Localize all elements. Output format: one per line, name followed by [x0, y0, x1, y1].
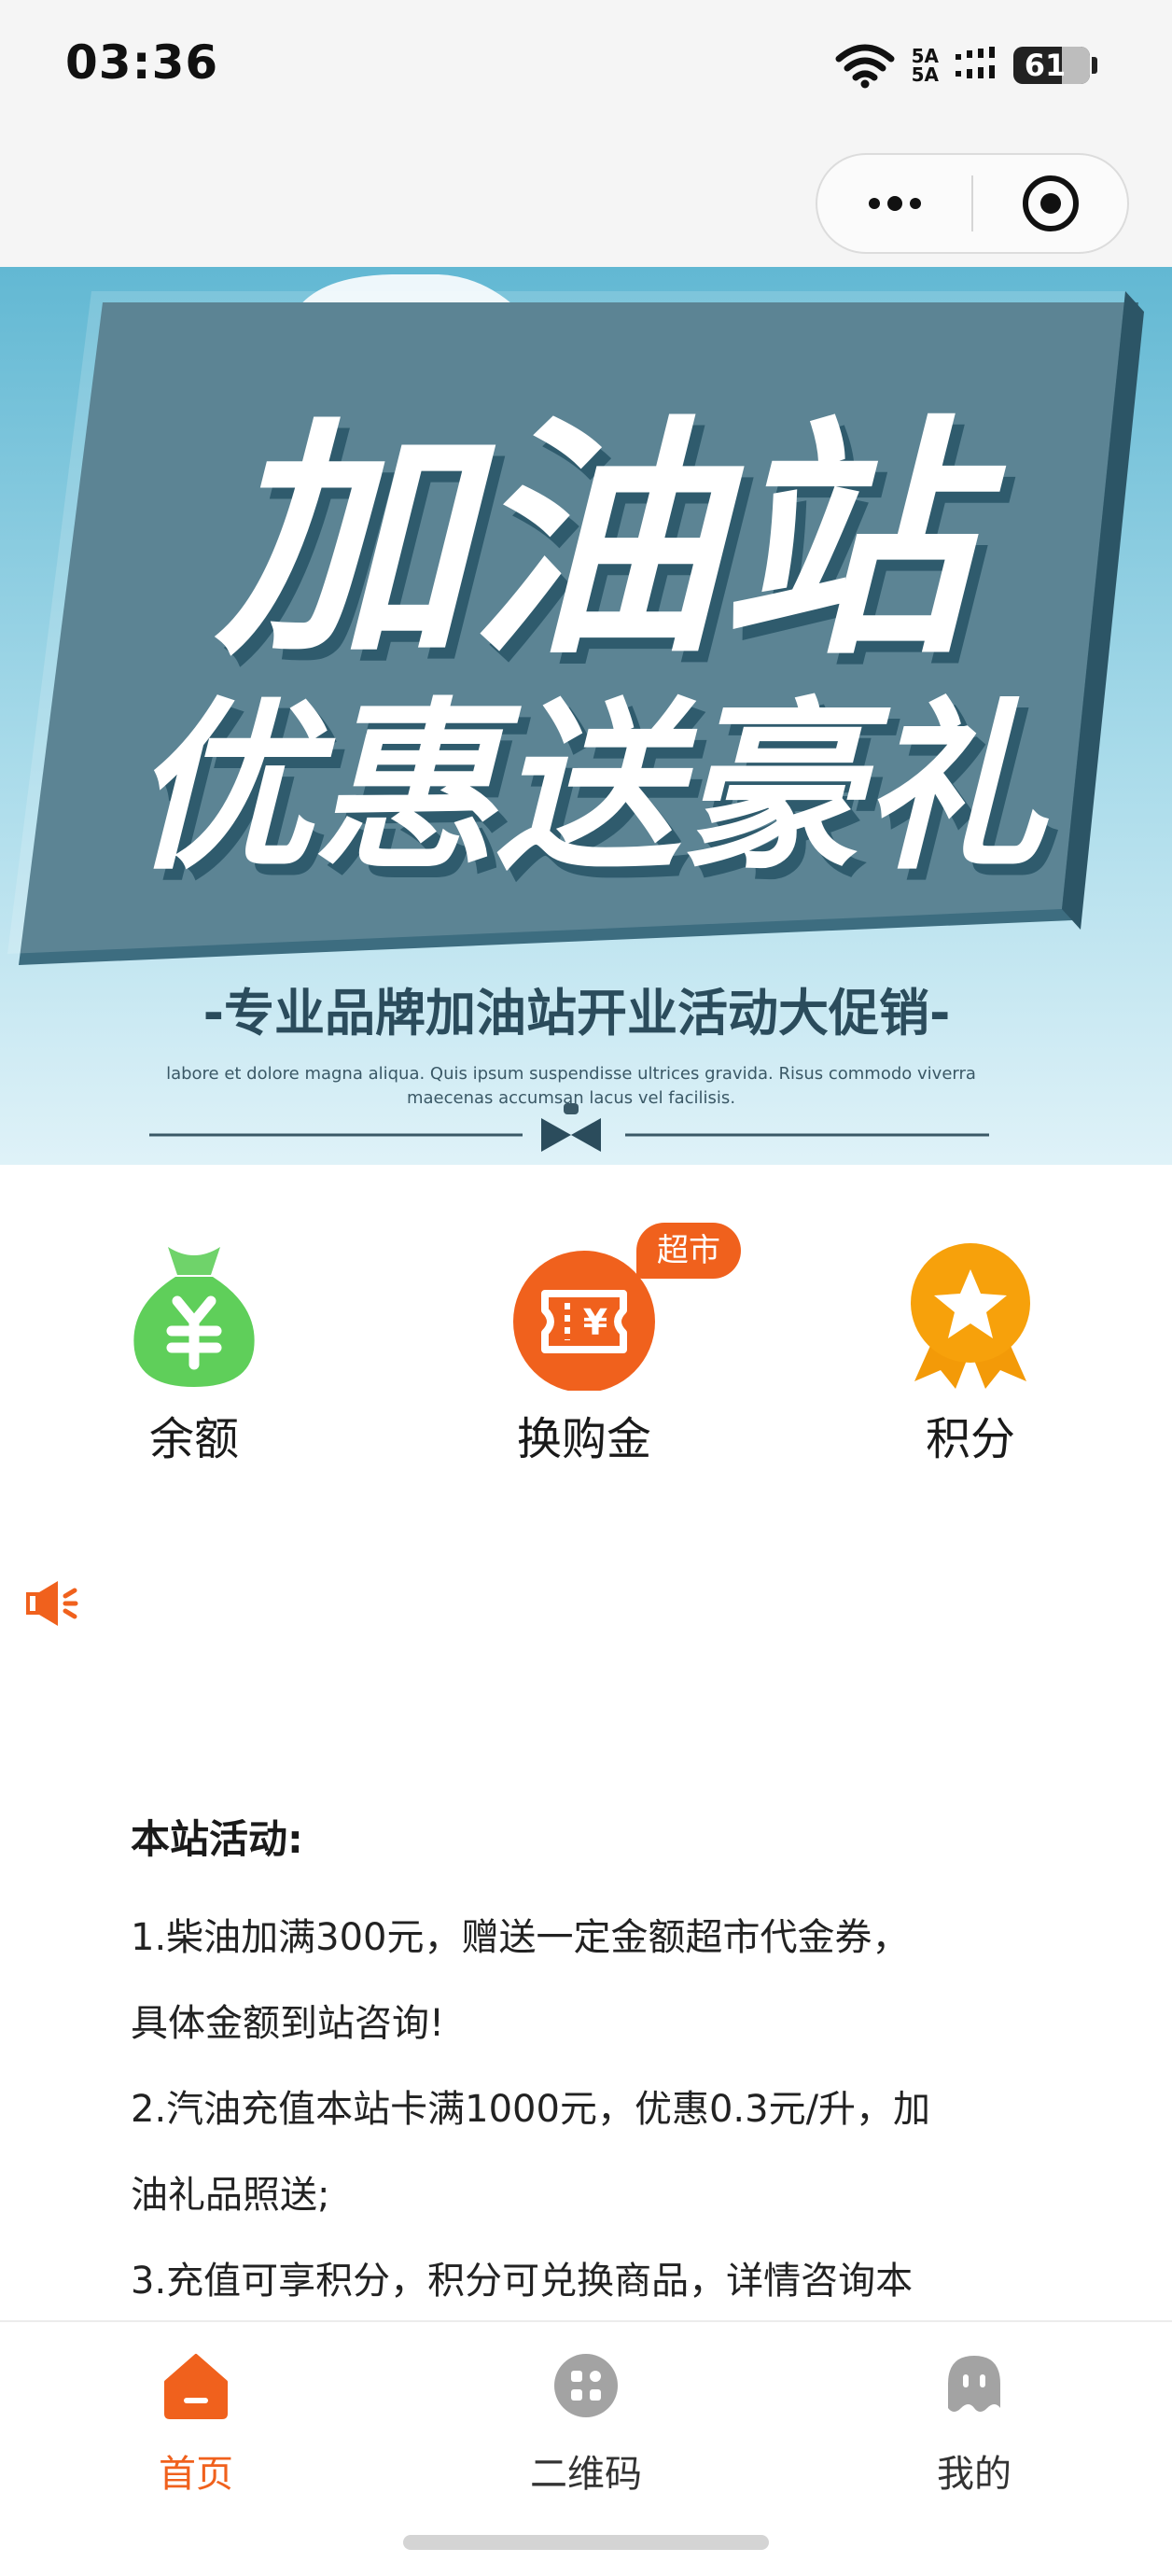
svg-text:¥: ¥	[583, 1302, 607, 1343]
status-icons: 5A 5A 61	[835, 37, 1097, 93]
shortcut-label: 换购金	[516, 1413, 651, 1465]
money-bag-icon	[133, 1247, 255, 1387]
mini-program-capsule	[816, 153, 1129, 254]
activity-title: 本站活动:	[131, 1816, 303, 1862]
promo-banner[interactable]: 加油站 加油站 优惠送豪礼 优惠送豪礼 -专业品牌加油站开业活动大促销- lab…	[0, 267, 1172, 1165]
shortcut-label: 积分	[925, 1413, 1015, 1465]
tab-label: 首页	[159, 2453, 233, 2496]
activity-section: 本站活动: 1.柴油加满300元，赠送一定金额超市代金券， 具体金额到站咨询! …	[131, 1811, 1045, 2324]
activity-line: 2.汽油充值本站卡满1000元，优惠0.3元/升，加	[131, 2088, 931, 2131]
shortcut-balance[interactable]: 余额	[63, 1223, 325, 1465]
speaker-icon	[26, 1581, 78, 1626]
target-circle-icon	[1022, 175, 1079, 231]
shortcut-row: 余额 ¥ 超市 换购金 积分	[0, 1223, 1172, 1465]
home-icon	[164, 2354, 228, 2419]
top-bar: 03:36 5A 5A 61	[0, 0, 1172, 267]
medal-star-icon	[911, 1243, 1030, 1389]
tab-mine[interactable]: 我的	[853, 2345, 1095, 2496]
tab-label: 二维码	[530, 2453, 642, 2496]
signal-icon	[956, 47, 995, 78]
more-button[interactable]	[817, 155, 971, 252]
banner-headline-1-face: 加油站	[212, 395, 1007, 689]
home-indicator	[403, 2535, 769, 2550]
battery-icon: 61	[1013, 47, 1097, 84]
notice-bar[interactable]	[22, 1575, 78, 1631]
shortcut-exchange-gold[interactable]: ¥ 超市 换购金	[453, 1223, 741, 1465]
activity-line: 1.柴油加满300元，赠送一定金额超市代金券，	[131, 1916, 910, 1959]
banner-headline-2-face: 优惠送豪礼	[131, 682, 1050, 895]
tab-label: 我的	[937, 2453, 1012, 2496]
network-type: 5A 5A	[911, 45, 939, 86]
supermarket-badge: 超市	[636, 1223, 741, 1279]
activity-line: 具体金额到站咨询!	[131, 2002, 445, 2045]
tab-qrcode[interactable]: 二维码	[465, 2345, 707, 2496]
wifi-icon	[835, 44, 895, 89]
activity-line: 3.充值可享积分，积分可兑换商品，详情咨询本	[131, 2260, 914, 2303]
profile-ghost-icon	[948, 2356, 1000, 2412]
qrcode-grid-icon	[554, 2354, 618, 2417]
status-time: 03:36	[65, 35, 219, 90]
shortcut-points[interactable]: 积分	[840, 1223, 1101, 1465]
shortcut-label: 余额	[148, 1413, 239, 1465]
close-mini-program-button[interactable]	[973, 155, 1127, 252]
banner-small-text-1: labore et dolore magna aliqua. Quis ipsu…	[166, 1064, 976, 1084]
activity-line: 油礼品照送;	[131, 2174, 330, 2217]
tab-home[interactable]: 首页	[75, 2345, 317, 2496]
banner-subtitle: -专业品牌加油站开业活动大促销-	[203, 984, 951, 1043]
more-dots-icon	[868, 196, 921, 211]
